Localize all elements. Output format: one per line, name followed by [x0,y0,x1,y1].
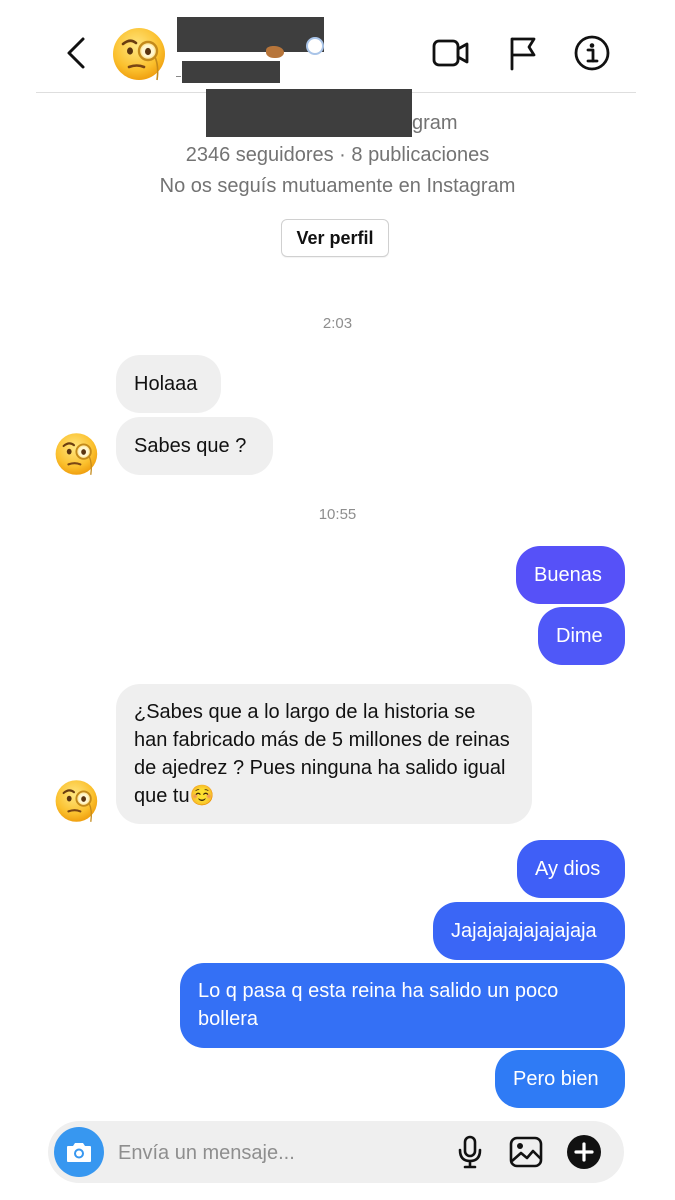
sender-avatar[interactable] [54,430,102,478]
message-input[interactable] [116,1135,420,1171]
message-incoming[interactable]: Sabes que ? [116,417,273,475]
timestamp: 10:55 [318,506,357,523]
face-with-monocle-emoji-icon [111,24,171,84]
redacted-profile-line [206,89,412,137]
plus-circle-icon [567,1135,601,1169]
camera-icon [67,1143,91,1162]
chat-header [0,0,675,93]
back-button[interactable] [56,30,96,76]
message-outgoing[interactable]: Ay dios [517,840,625,898]
gallery-button[interactable] [506,1132,546,1172]
message-incoming[interactable]: Holaaa [116,355,221,413]
chevron-left-icon [67,37,85,69]
message-outgoing[interactable]: Lo q pasa q esta reina ha salido un poco… [180,963,625,1048]
flag-icon [510,37,536,71]
face-with-monocle-emoji-icon [54,777,102,825]
sender-avatar[interactable] [54,777,102,825]
report-button[interactable] [503,31,543,75]
redacted-username [182,61,280,83]
message-composer [48,1121,624,1183]
more-options-button[interactable] [564,1132,604,1172]
username-suffix: gram [412,112,458,134]
view-profile-button[interactable]: Ver perfil [281,219,389,257]
voice-message-button[interactable] [450,1132,490,1172]
message-outgoing[interactable]: Dime [538,607,625,665]
emoji-fragment [266,46,284,58]
avatar[interactable] [111,24,171,84]
microphone-icon [458,1135,482,1169]
message-outgoing[interactable]: Buenas [516,546,625,604]
profile-stats: 2346 seguidores · 8 publicaciones [185,144,490,166]
video-camera-icon [432,39,469,67]
face-with-monocle-emoji-icon [54,430,102,478]
image-icon [509,1136,543,1168]
info-icon [574,35,610,71]
redacted-name [177,17,324,52]
message-incoming[interactable]: ¿Sabes que a lo largo de la historia se … [116,684,532,824]
conversation-info-button[interactable] [570,31,614,75]
video-call-button[interactable] [428,32,474,74]
timestamp: 2:03 [322,315,353,332]
verified-badge [306,37,324,55]
message-outgoing[interactable]: Jajajajajajajajaja [433,902,625,960]
message-outgoing[interactable]: Pero bien [495,1050,625,1108]
relationship-status: No os seguís mutuamente en Instagram [159,175,516,197]
camera-button[interactable] [54,1127,104,1177]
